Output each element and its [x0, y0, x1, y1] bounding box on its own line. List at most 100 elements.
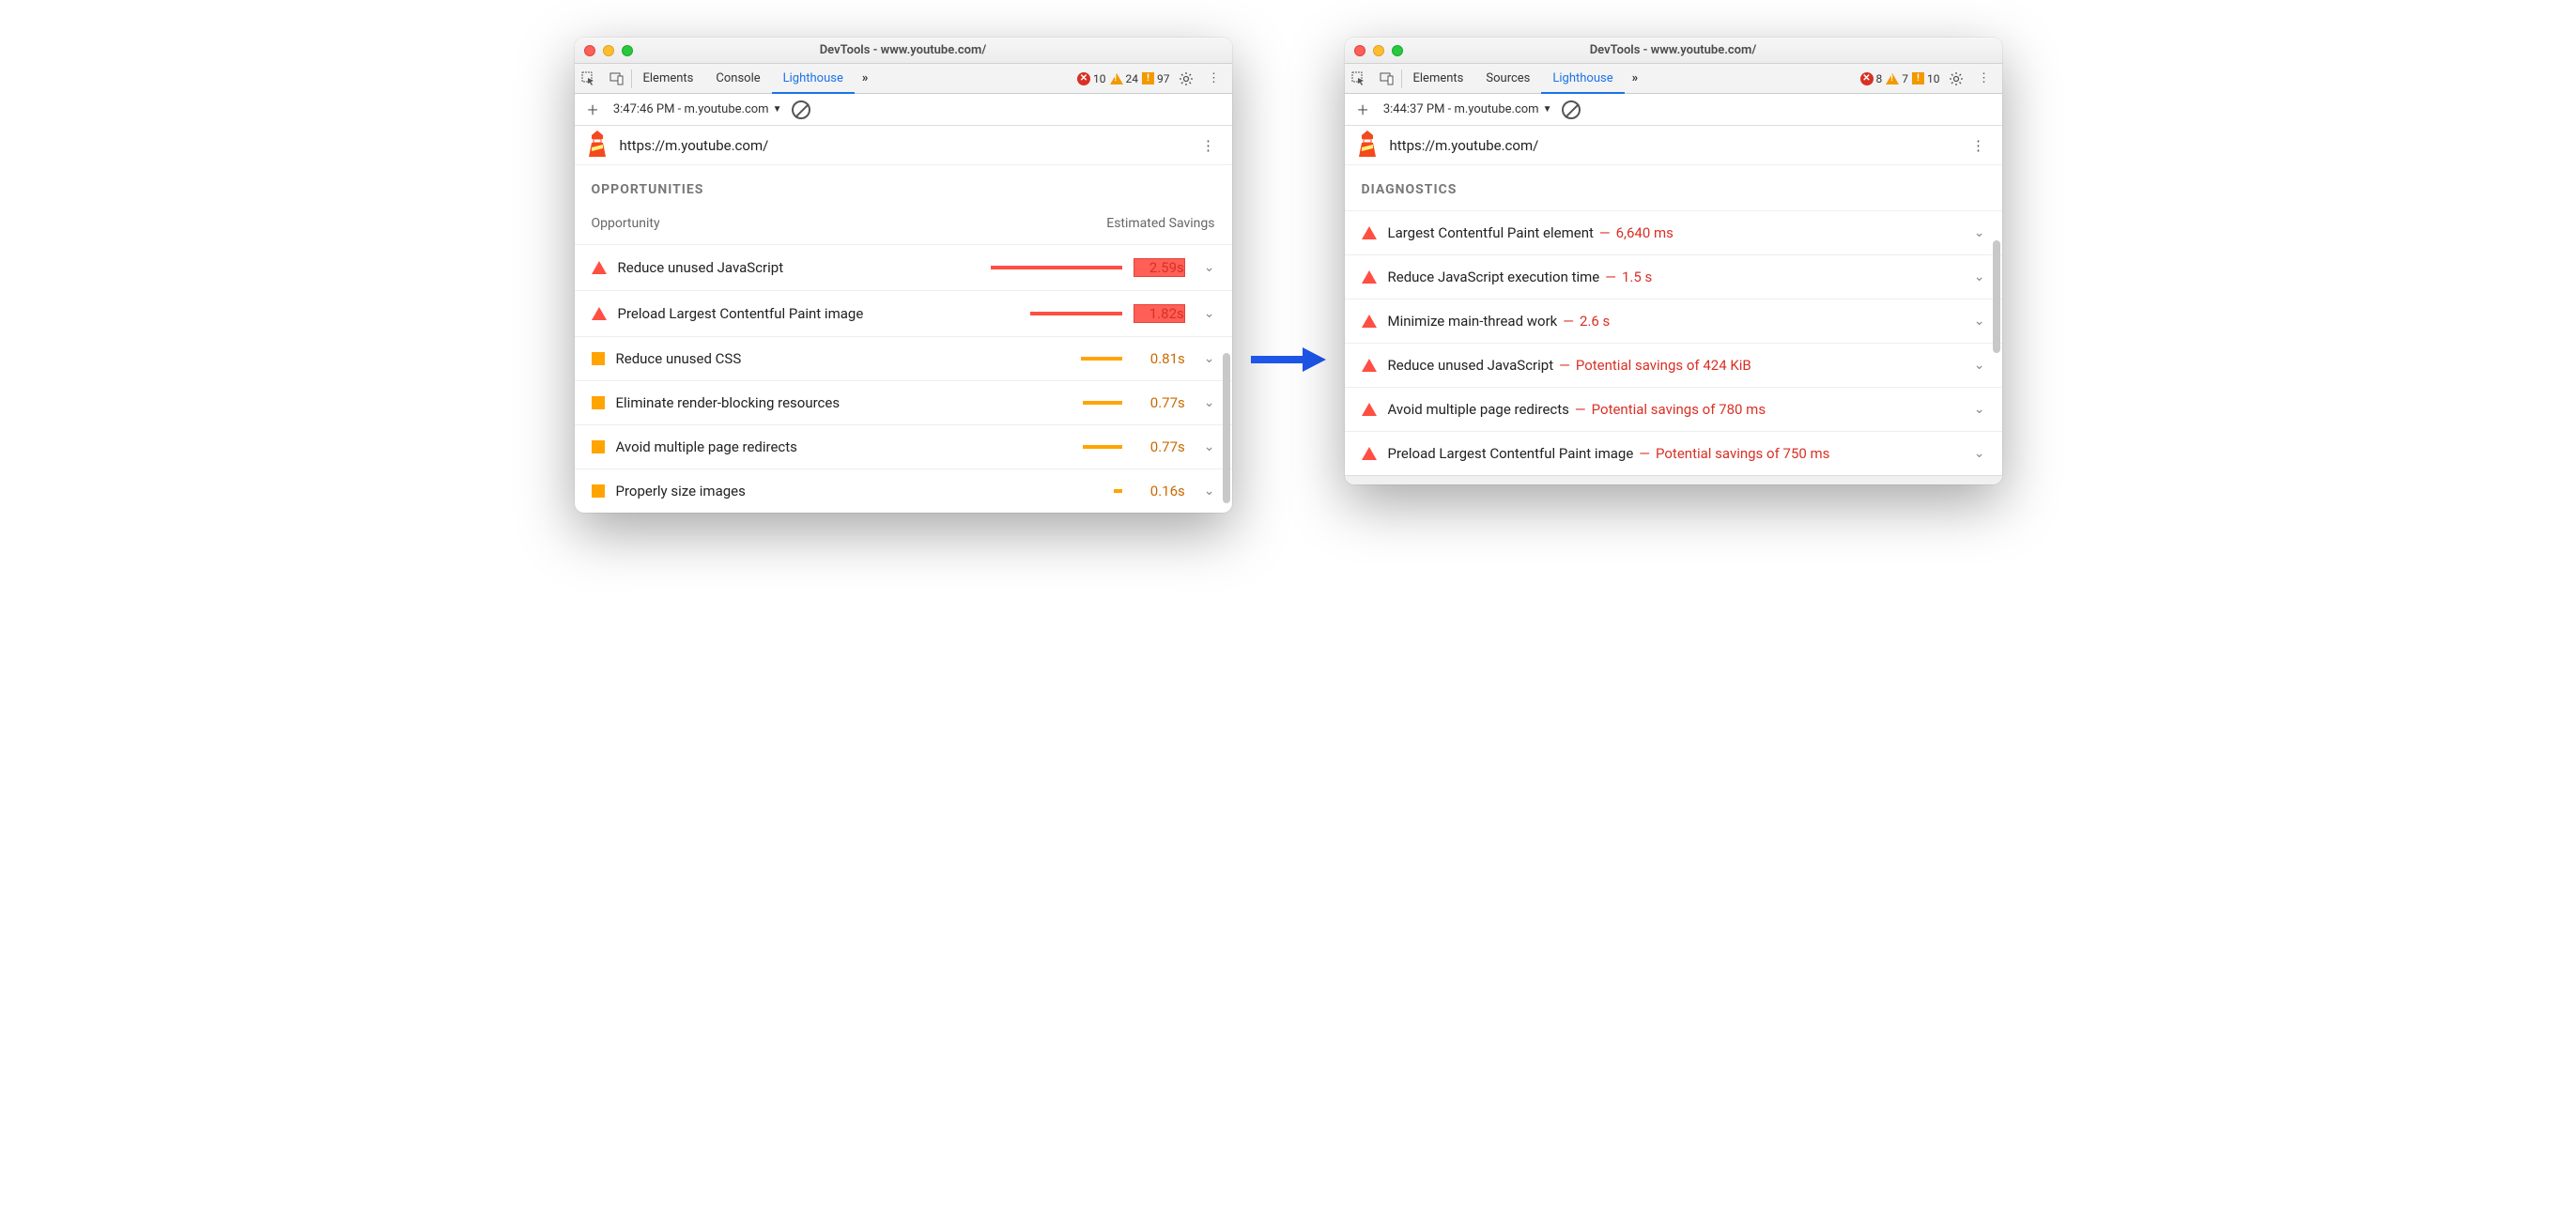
scrollbar[interactable] [1993, 240, 2000, 353]
horizontal-scrollbar[interactable] [1345, 475, 2002, 484]
report-menu-icon[interactable]: ⋮ [1196, 133, 1221, 158]
diagnostic-value: Potential savings of 750 ms [1656, 445, 1829, 462]
kebab-icon[interactable]: ⋮ [1972, 67, 1997, 91]
savings-bar [991, 445, 1122, 449]
diagnostic-value: Potential savings of 424 KiB [1576, 357, 1751, 374]
tab-elements[interactable]: Elements [632, 64, 705, 93]
chevron-down-icon[interactable]: ⌄ [1196, 260, 1215, 275]
dash-separator: — [1557, 313, 1580, 330]
clear-icon[interactable] [1562, 100, 1581, 119]
opportunity-title: Reduce unused CSS [616, 350, 979, 367]
lighthouse-icon [1356, 131, 1379, 161]
inspect-icon[interactable] [1345, 64, 1373, 93]
error-count[interactable]: ✕8 [1860, 72, 1883, 85]
diagnostic-row[interactable]: Preload Largest Contentful Paint image—P… [1345, 431, 2002, 475]
severity-average-icon [592, 396, 605, 409]
opportunity-row[interactable]: Reduce unused CSS 0.81s ⌄ [575, 336, 1232, 380]
report-selector[interactable]: 3:44:37 PM - m.youtube.com ▼ [1383, 102, 1552, 116]
diagnostic-row[interactable]: Minimize main-thread work—2.6 s⌄ [1345, 299, 2002, 343]
diagnostic-value: 6,640 ms [1616, 224, 1674, 241]
chevron-down-icon[interactable]: ⌄ [1967, 358, 1985, 373]
inspect-icon[interactable] [575, 64, 603, 93]
minimize-icon[interactable] [1373, 45, 1384, 56]
diagnostic-value: 1.5 s [1622, 269, 1652, 285]
opportunity-title: Reduce unused JavaScript [618, 259, 979, 276]
tab-console[interactable]: Console [704, 64, 771, 93]
chevron-down-icon[interactable]: ⌄ [1196, 439, 1215, 454]
severity-fail-icon [1362, 447, 1377, 460]
chevron-down-icon: ▼ [773, 104, 782, 115]
new-report-button[interactable]: + [582, 99, 604, 121]
kebab-icon[interactable]: ⋮ [1202, 67, 1226, 91]
gear-icon[interactable] [1944, 67, 1968, 91]
devtools-window-right: DevTools - www.youtube.com/ Elements Sou… [1345, 38, 2002, 484]
device-icon[interactable] [603, 64, 631, 93]
opportunity-title: Properly size images [616, 483, 979, 499]
new-report-button[interactable]: + [1352, 99, 1374, 121]
arrow-icon [1251, 346, 1326, 374]
warning-count[interactable]: 24 [1110, 72, 1139, 85]
error-count[interactable]: ✕10 [1077, 72, 1106, 85]
opportunity-row[interactable]: Avoid multiple page redirects0.77s⌄ [575, 424, 1232, 469]
diagnostic-row[interactable]: Reduce JavaScript execution time—1.5 s⌄ [1345, 254, 2002, 299]
warning-count[interactable]: 7 [1886, 72, 1908, 85]
close-icon[interactable] [584, 45, 595, 56]
diagnostic-title: Minimize main-thread work [1388, 313, 1558, 330]
opportunity-title: Preload Largest Contentful Paint image [618, 305, 979, 322]
savings-value: 0.16s [1134, 483, 1185, 499]
chevron-down-icon[interactable]: ⌄ [1967, 402, 1985, 417]
diagnostic-title: Reduce unused JavaScript [1388, 357, 1554, 374]
section-header: Opportunities [575, 165, 1232, 210]
opportunity-row[interactable]: Preload Largest Contentful Paint image 1.… [575, 290, 1232, 336]
opportunity-row[interactable]: Properly size images 0.16s ⌄ [575, 469, 1232, 513]
traffic-lights [1354, 45, 1403, 56]
report-selector[interactable]: 3:47:46 PM - m.youtube.com ▼ [613, 102, 782, 116]
chevron-down-icon[interactable]: ⌄ [1196, 395, 1215, 410]
tab-sources[interactable]: Sources [1474, 64, 1541, 93]
device-icon[interactable] [1373, 64, 1401, 93]
diagnostic-row[interactable]: Reduce unused JavaScript—Potential savin… [1345, 343, 2002, 387]
tab-elements[interactable]: Elements [1402, 64, 1475, 93]
chevron-down-icon[interactable]: ⌄ [1967, 269, 1985, 284]
severity-fail-icon [1362, 359, 1377, 372]
chevron-down-icon[interactable]: ⌄ [1196, 484, 1215, 499]
chevron-down-icon[interactable]: ⌄ [1196, 351, 1215, 366]
tab-lighthouse[interactable]: Lighthouse [1541, 65, 1624, 94]
savings-bar [991, 266, 1122, 269]
diagnostic-title: Largest Contentful Paint element [1388, 224, 1594, 241]
info-count[interactable]: !10 [1912, 72, 1940, 85]
dash-separator: — [1553, 357, 1576, 374]
status-group: ✕10 24 !97 ⋮ [1077, 67, 1232, 91]
clear-icon[interactable] [792, 100, 810, 119]
zoom-icon[interactable] [1392, 45, 1403, 56]
diagnostic-title: Reduce JavaScript execution time [1388, 269, 1600, 285]
severity-average-icon [592, 440, 605, 453]
severity-fail-icon [1362, 226, 1377, 239]
savings-value: 0.81s [1134, 350, 1185, 367]
diagnostic-row[interactable]: Largest Contentful Paint element—6,640 m… [1345, 210, 2002, 254]
close-icon[interactable] [1354, 45, 1365, 56]
scrollbar[interactable] [1223, 353, 1230, 503]
more-tabs-icon[interactable]: » [855, 71, 876, 85]
opportunity-row[interactable]: Reduce unused JavaScript2.59s⌄ [575, 244, 1232, 290]
severity-fail-icon [592, 307, 607, 320]
zoom-icon[interactable] [622, 45, 633, 56]
savings-value: 0.77s [1134, 438, 1185, 455]
report-menu-icon[interactable]: ⋮ [1967, 133, 1991, 158]
tab-lighthouse[interactable]: Lighthouse [772, 65, 855, 94]
chevron-down-icon[interactable]: ⌄ [1967, 314, 1985, 329]
window-title: DevTools - www.youtube.com/ [575, 43, 1232, 57]
col-opportunity: Opportunity [592, 216, 660, 231]
chevron-down-icon[interactable]: ⌄ [1967, 446, 1985, 461]
gear-icon[interactable] [1174, 67, 1198, 91]
diagnostic-row[interactable]: Avoid multiple page redirects—Potential … [1345, 387, 2002, 431]
more-tabs-icon[interactable]: » [1625, 71, 1646, 85]
chevron-down-icon[interactable]: ⌄ [1967, 225, 1985, 240]
minimize-icon[interactable] [603, 45, 614, 56]
severity-average-icon [592, 484, 605, 498]
opportunity-title: Eliminate render-blocking resources [616, 394, 979, 411]
chevron-down-icon[interactable]: ⌄ [1196, 306, 1215, 321]
opportunity-row[interactable]: Eliminate render-blocking resources0.77s… [575, 380, 1232, 424]
savings-value: 1.82s [1134, 304, 1185, 323]
info-count[interactable]: !97 [1142, 72, 1170, 85]
